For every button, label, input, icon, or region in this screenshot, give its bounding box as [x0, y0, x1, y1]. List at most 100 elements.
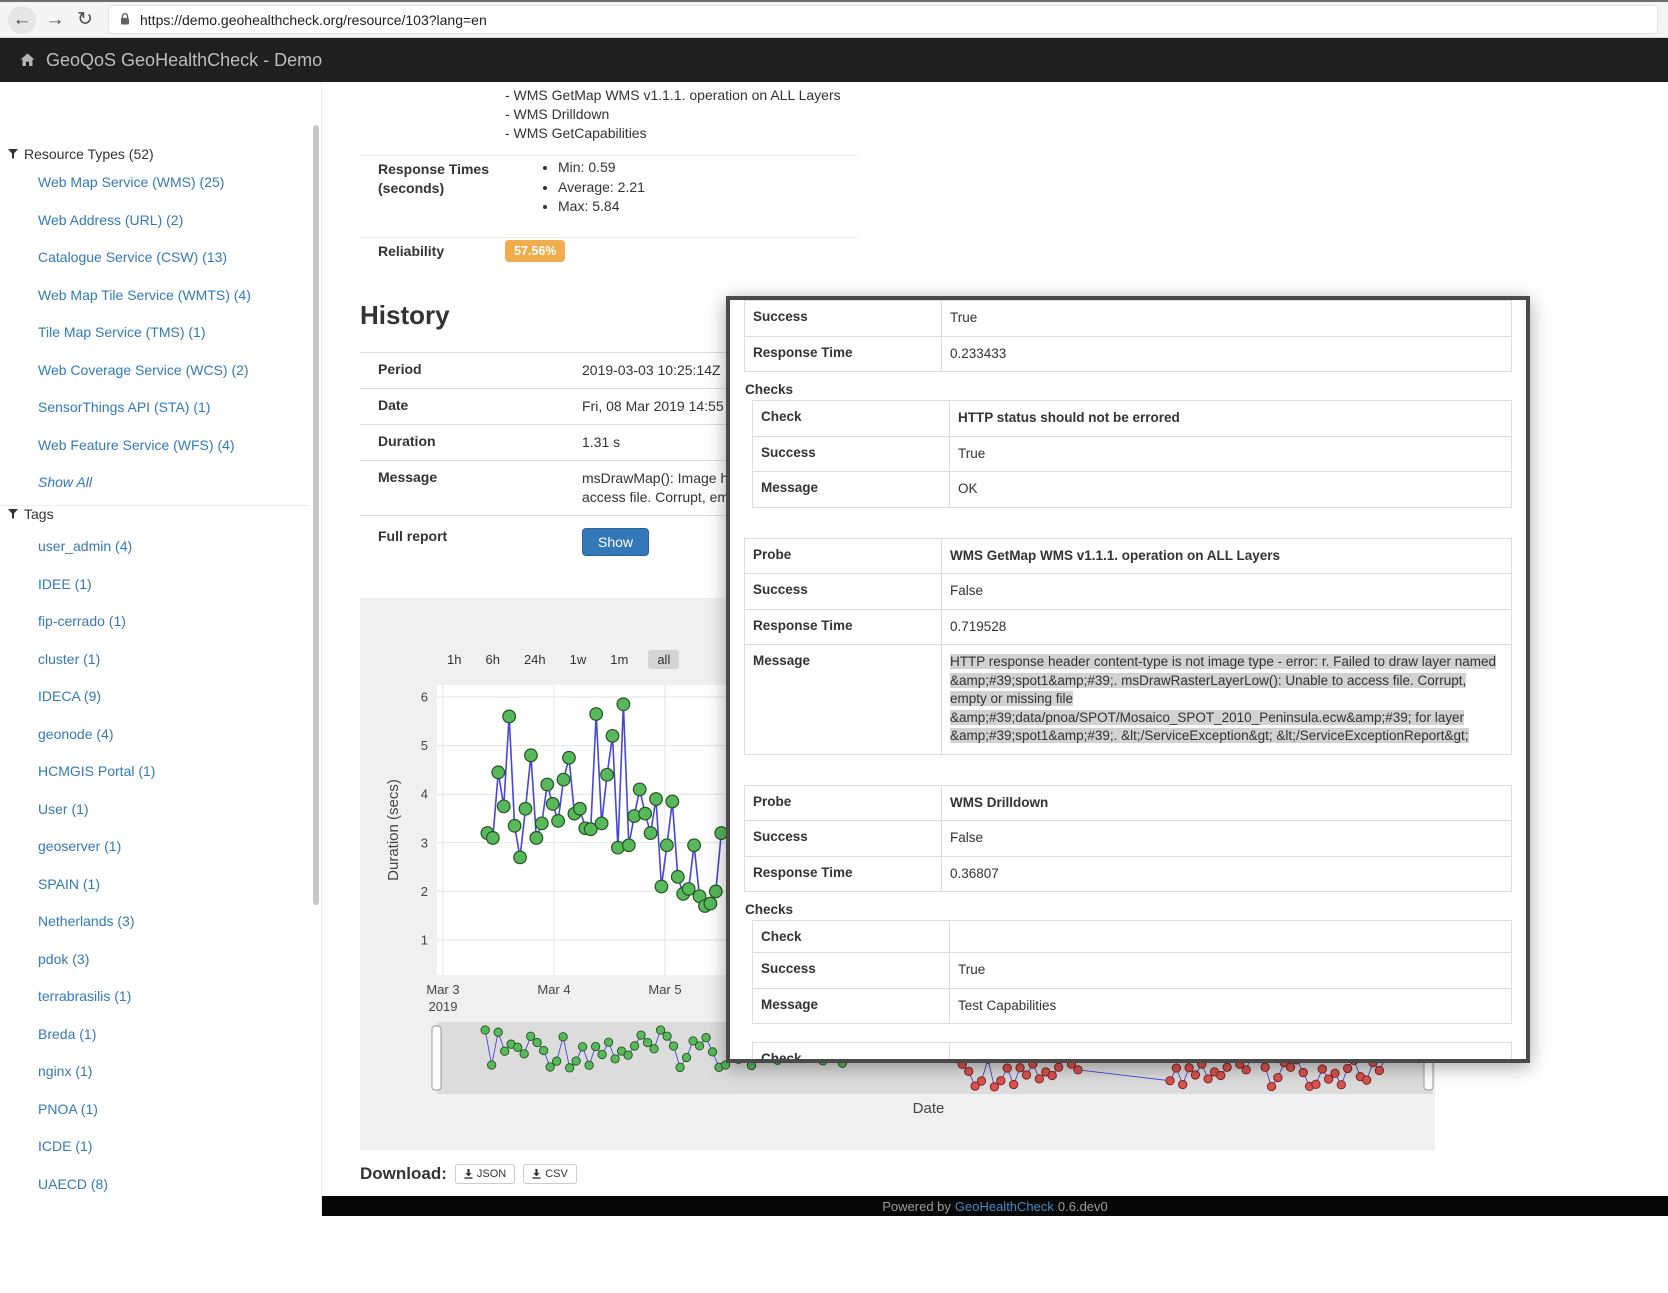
range-button-1h[interactable]: 1h — [443, 650, 465, 669]
range-button-1w[interactable]: 1w — [566, 650, 591, 669]
address-bar[interactable]: https://demo.geohealthcheck.org/resource… — [108, 5, 1658, 34]
row-label: Check — [753, 401, 950, 436]
screen: ← → ↻ https://demo.geohealthcheck.org/re… — [0, 0, 1668, 1293]
row-label: Check — [753, 1043, 950, 1063]
sidebar-item-resource-type[interactable]: Web Address (URL) (2) — [0, 202, 310, 240]
sidebar-item-resource-type[interactable]: Web Map Service (WMS) (25) — [0, 164, 310, 202]
sidebar-item-resource-type[interactable]: Web Map Tile Service (WMTS) (4) — [0, 277, 310, 315]
table-row: MessageHTTP response header content-type… — [745, 645, 1511, 755]
modal-table: CheckSuccessTrueMessageTest Capabilities — [752, 920, 1512, 1024]
row-value: 0.36807 — [942, 857, 1511, 892]
sidebar-item-resource-type[interactable]: Catalogue Service (CSW) (13) — [0, 239, 310, 277]
sidebar-show-all-link[interactable]: Show All — [0, 464, 310, 502]
table-row: Response Time0.233433 — [745, 337, 1511, 373]
navbar-brand[interactable]: GeoQoS GeoHealthCheck - Demo — [46, 50, 322, 71]
svg-text:Mar 4: Mar 4 — [537, 982, 570, 997]
sidebar-item-tag[interactable]: PNOA (1) — [0, 1091, 310, 1129]
back-icon: ← — [7, 9, 37, 31]
row-label: Response Time — [745, 337, 942, 372]
table-row: Check — [753, 1043, 1511, 1063]
download-label: Download: — [360, 1164, 447, 1184]
response-time-max: Max: 5.84 — [558, 197, 645, 217]
sidebar-item-tag[interactable]: Breda (1) — [0, 1016, 310, 1054]
svg-text:1: 1 — [421, 933, 428, 948]
row-value — [950, 921, 1511, 952]
row-value: HTTP status should not be errored — [950, 401, 1511, 436]
row-value — [950, 1043, 1511, 1063]
download-json-button[interactable]: JSON — [455, 1164, 515, 1184]
row-value: WMS GetMap WMS v1.1.1. operation on ALL … — [942, 539, 1511, 574]
divider — [360, 155, 858, 156]
row-label: Probe — [745, 786, 942, 821]
sidebar-scrollbar[interactable] — [313, 125, 319, 905]
app-navbar: GeoQoS GeoHealthCheck - Demo — [0, 38, 1668, 82]
sidebar-item-tag[interactable]: HCMGIS Portal (1) — [0, 753, 310, 791]
sidebar-item-tag[interactable]: Netherlands (3) — [0, 903, 310, 941]
row-value: True — [942, 301, 1511, 336]
table-row: SuccessTrue — [745, 301, 1511, 337]
table-row: SuccessFalse — [745, 574, 1511, 610]
table-row: Response Time0.719528 — [745, 610, 1511, 646]
browser-forward-button[interactable]: → — [40, 9, 70, 31]
row-value: WMS Drilldown — [942, 786, 1511, 821]
chart-y-axis-title: Duration (secs) — [385, 779, 402, 881]
svg-text:2019: 2019 — [429, 999, 458, 1014]
sidebar-item-resource-type[interactable]: Tile Map Service (TMS) (1) — [0, 314, 310, 352]
row-value: 0.719528 — [942, 610, 1511, 645]
range-button-1m[interactable]: 1m — [606, 650, 632, 669]
sidebar-item-resource-type[interactable]: SensorThings API (STA) (1) — [0, 389, 310, 427]
row-value: HTTP response header content-type is not… — [942, 645, 1511, 754]
sidebar-item-tag[interactable]: SPAIN (1) — [0, 866, 310, 904]
sidebar-item-tag[interactable]: user_admin (4) — [0, 528, 310, 566]
range-slider-handle-left[interactable] — [432, 1026, 441, 1090]
sidebar-item-tag[interactable]: fip-cerrado (1) — [0, 603, 310, 641]
probe-report-modal: SuccessTrueResponse Time0.233433ChecksCh… — [726, 296, 1530, 1063]
sidebar-item-resource-type[interactable]: Web Coverage Service (WCS) (2) — [0, 352, 310, 390]
range-button-24h[interactable]: 24h — [520, 650, 550, 669]
response-time-min: Min: 0.59 — [558, 158, 645, 178]
sidebar-item-tag[interactable]: geonode (4) — [0, 716, 310, 754]
history-title: History — [360, 300, 450, 331]
reliability-label: Reliability — [378, 243, 444, 259]
table-row: ProbeWMS Drilldown — [745, 786, 1511, 822]
table-row: MessageTest Capabilities — [753, 989, 1511, 1025]
svg-text:Mar 5: Mar 5 — [648, 982, 681, 997]
sidebar-item-tag[interactable]: IDECA (9) — [0, 678, 310, 716]
browser-reload-button[interactable]: ↻ — [70, 8, 100, 31]
row-value: False — [942, 574, 1511, 609]
row-label: Success — [745, 821, 942, 856]
tags-header: Tags — [8, 506, 54, 522]
range-button-all[interactable]: all — [648, 650, 679, 669]
tags-list: user_admin (4)IDEE (1)fip-cerrado (1)clu… — [0, 528, 310, 1203]
sidebar-item-tag[interactable]: pdok (3) — [0, 941, 310, 979]
row-value: False — [942, 821, 1511, 856]
period-value: 2019-03-03 10:25:14Z — [582, 361, 721, 380]
download-csv-button[interactable]: CSV — [523, 1164, 577, 1184]
show-report-button[interactable]: Show — [582, 528, 649, 556]
home-icon[interactable] — [19, 52, 36, 68]
sidebar-item-tag[interactable]: ICDE (1) — [0, 1128, 310, 1166]
sidebar-item-tag[interactable]: geoserver (1) — [0, 828, 310, 866]
browser-toolbar: ← → ↻ https://demo.geohealthcheck.org/re… — [0, 0, 1668, 38]
sidebar-item-tag[interactable]: terrabrasilis (1) — [0, 978, 310, 1016]
row-value: True — [950, 437, 1511, 472]
row-label: Message — [753, 989, 950, 1024]
table-row: Check — [753, 921, 1511, 953]
resource-types-list: Web Map Service (WMS) (25)Web Address (U… — [0, 164, 310, 502]
geohealthcheck-link[interactable]: GeoHealthCheck — [955, 1199, 1054, 1214]
row-value: OK — [950, 472, 1511, 507]
sidebar-item-tag[interactable]: IDEE (1) — [0, 566, 310, 604]
range-button-6h[interactable]: 6h — [481, 650, 503, 669]
svg-text:5: 5 — [421, 738, 428, 753]
download-row: Download: JSON CSV — [360, 1160, 577, 1188]
sidebar-item-tag[interactable]: cluster (1) — [0, 641, 310, 679]
sidebar-item-resource-type[interactable]: Web Feature Service (WFS) (4) — [0, 427, 310, 465]
sidebar-item-tag[interactable]: User (1) — [0, 791, 310, 829]
row-label: Success — [753, 953, 950, 988]
modal-table: CheckSuccessFalseMessagemsDrawMap(): Ima… — [752, 1042, 1512, 1063]
sidebar-item-tag[interactable]: nginx (1) — [0, 1053, 310, 1091]
row-value: True — [950, 953, 1511, 988]
sidebar-item-tag[interactable]: UAECD (8) — [0, 1166, 310, 1204]
modal-table: CheckHTTP status should not be erroredSu… — [752, 400, 1512, 508]
browser-back-button[interactable]: ← — [8, 6, 36, 34]
